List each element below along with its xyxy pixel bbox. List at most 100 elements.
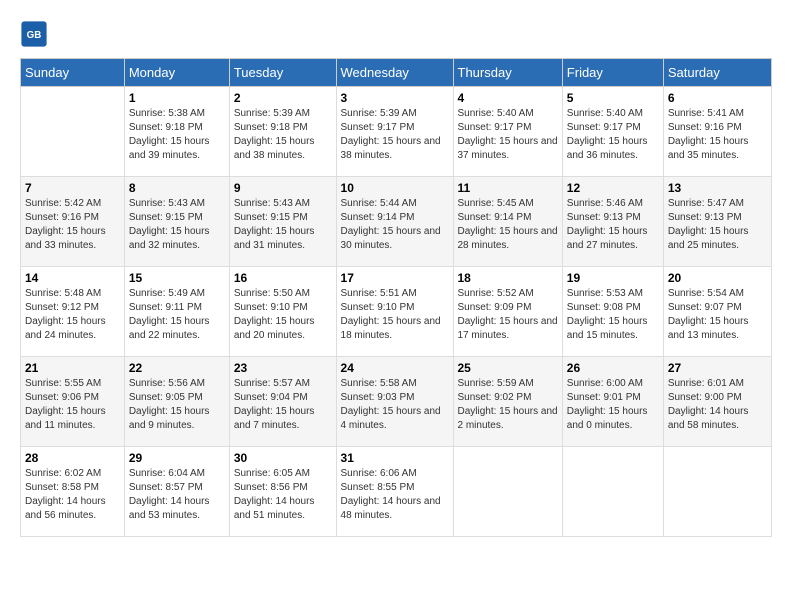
calendar-cell: 17Sunrise: 5:51 AM Sunset: 9:10 PM Dayli… (336, 267, 453, 357)
day-info: Sunrise: 5:56 AM Sunset: 9:05 PM Dayligh… (129, 377, 225, 433)
day-number: 11 (458, 181, 558, 195)
calendar-cell (453, 447, 562, 537)
day-info: Sunrise: 5:59 AM Sunset: 9:02 PM Dayligh… (458, 377, 558, 433)
day-number: 12 (567, 181, 659, 195)
page-header: GB (20, 20, 772, 48)
day-info: Sunrise: 5:54 AM Sunset: 9:07 PM Dayligh… (668, 287, 767, 343)
day-info: Sunrise: 5:58 AM Sunset: 9:03 PM Dayligh… (341, 377, 449, 433)
day-number: 23 (234, 361, 332, 375)
calendar-cell: 21Sunrise: 5:55 AM Sunset: 9:06 PM Dayli… (21, 357, 125, 447)
day-info: Sunrise: 5:41 AM Sunset: 9:16 PM Dayligh… (668, 107, 767, 163)
calendar-cell: 25 Sunrise: 5:59 AM Sunset: 9:02 PM Dayli… (453, 357, 562, 447)
day-info: Sunrise: 6:04 AM Sunset: 8:57 PM Dayligh… (129, 467, 225, 523)
week-row-4: 21Sunrise: 5:55 AM Sunset: 9:06 PM Dayli… (21, 357, 772, 447)
day-info: Sunrise: 5:39 AM Sunset: 9:17 PM Dayligh… (341, 107, 449, 163)
calendar-cell: 13 Sunrise: 5:47 AM Sunset: 9:13 PM Dayli… (663, 177, 771, 267)
day-info: Sunrise: 5:44 AM Sunset: 9:14 PM Dayligh… (341, 197, 449, 253)
day-number: 5 (567, 91, 659, 105)
week-row-2: 7 Sunrise: 5:42 AM Sunset: 9:16 PM Daylig… (21, 177, 772, 267)
calendar-cell: 2 Sunrise: 5:39 AM Sunset: 9:18 PM Daylig… (229, 87, 336, 177)
svg-text:GB: GB (27, 30, 42, 41)
day-info: Sunrise: 5:51 AM Sunset: 9:10 PM Dayligh… (341, 287, 449, 343)
week-row-3: 14Sunrise: 5:48 AM Sunset: 9:12 PM Dayli… (21, 267, 772, 357)
day-number: 8 (129, 181, 225, 195)
day-number: 29 (129, 451, 225, 465)
calendar-cell: 9Sunrise: 5:43 AM Sunset: 9:15 PM Daylig… (229, 177, 336, 267)
day-number: 24 (341, 361, 449, 375)
day-info: Sunrise: 6:01 AM Sunset: 9:00 PM Dayligh… (668, 377, 767, 433)
day-number: 3 (341, 91, 449, 105)
calendar-cell: 24 Sunrise: 5:58 AM Sunset: 9:03 PM Dayli… (336, 357, 453, 447)
day-info: Sunrise: 6:00 AM Sunset: 9:01 PM Dayligh… (567, 377, 659, 433)
calendar-cell: 29 Sunrise: 6:04 AM Sunset: 8:57 PM Dayli… (124, 447, 229, 537)
calendar-cell: 30 Sunrise: 6:05 AM Sunset: 8:56 PM Dayli… (229, 447, 336, 537)
day-info: Sunrise: 6:05 AM Sunset: 8:56 PM Dayligh… (234, 467, 332, 523)
calendar-cell (562, 447, 663, 537)
day-number: 2 (234, 91, 332, 105)
day-number: 9 (234, 181, 332, 195)
logo: GB (20, 20, 50, 48)
day-info: Sunrise: 5:46 AM Sunset: 9:13 PM Dayligh… (567, 197, 659, 253)
calendar-cell: 4Sunrise: 5:40 AM Sunset: 9:17 PM Daylig… (453, 87, 562, 177)
day-info: Sunrise: 5:45 AM Sunset: 9:14 PM Dayligh… (458, 197, 558, 253)
calendar-cell: 10 Sunrise: 5:44 AM Sunset: 9:14 PM Dayli… (336, 177, 453, 267)
day-info: Sunrise: 5:43 AM Sunset: 9:15 PM Dayligh… (129, 197, 225, 253)
day-number: 21 (25, 361, 120, 375)
day-number: 18 (458, 271, 558, 285)
day-number: 15 (129, 271, 225, 285)
day-number: 26 (567, 361, 659, 375)
calendar-header-row: SundayMondayTuesdayWednesdayThursdayFrid… (21, 59, 772, 87)
column-header-friday: Friday (562, 59, 663, 87)
column-header-saturday: Saturday (663, 59, 771, 87)
week-row-5: 28 Sunrise: 6:02 AM Sunset: 8:58 PM Dayli… (21, 447, 772, 537)
day-number: 13 (668, 181, 767, 195)
calendar-cell (663, 447, 771, 537)
day-info: Sunrise: 5:42 AM Sunset: 9:16 PM Dayligh… (25, 197, 120, 253)
calendar-table: SundayMondayTuesdayWednesdayThursdayFrid… (20, 58, 772, 537)
calendar-cell: 8 Sunrise: 5:43 AM Sunset: 9:15 PM Daylig… (124, 177, 229, 267)
column-header-sunday: Sunday (21, 59, 125, 87)
day-number: 20 (668, 271, 767, 285)
day-info: Sunrise: 5:57 AM Sunset: 9:04 PM Dayligh… (234, 377, 332, 433)
day-info: Sunrise: 5:38 AM Sunset: 9:18 PM Dayligh… (129, 107, 225, 163)
calendar-cell: 19Sunrise: 5:53 AM Sunset: 9:08 PM Dayli… (562, 267, 663, 357)
day-number: 14 (25, 271, 120, 285)
column-header-tuesday: Tuesday (229, 59, 336, 87)
day-info: Sunrise: 6:02 AM Sunset: 8:58 PM Dayligh… (25, 467, 120, 523)
calendar-cell: 3 Sunrise: 5:39 AM Sunset: 9:17 PM Daylig… (336, 87, 453, 177)
day-info: Sunrise: 5:39 AM Sunset: 9:18 PM Dayligh… (234, 107, 332, 163)
calendar-cell: 11 Sunrise: 5:45 AM Sunset: 9:14 PM Dayli… (453, 177, 562, 267)
column-header-monday: Monday (124, 59, 229, 87)
day-number: 10 (341, 181, 449, 195)
calendar-cell: 12 Sunrise: 5:46 AM Sunset: 9:13 PM Dayli… (562, 177, 663, 267)
calendar-cell: 20 Sunrise: 5:54 AM Sunset: 9:07 PM Dayli… (663, 267, 771, 357)
calendar-cell: 22 Sunrise: 5:56 AM Sunset: 9:05 PM Dayli… (124, 357, 229, 447)
calendar-cell: 5 Sunrise: 5:40 AM Sunset: 9:17 PM Daylig… (562, 87, 663, 177)
day-info: Sunrise: 5:52 AM Sunset: 9:09 PM Dayligh… (458, 287, 558, 343)
day-number: 30 (234, 451, 332, 465)
calendar-cell: 27 Sunrise: 6:01 AM Sunset: 9:00 PM Dayli… (663, 357, 771, 447)
day-info: Sunrise: 5:49 AM Sunset: 9:11 PM Dayligh… (129, 287, 225, 343)
day-info: Sunrise: 5:40 AM Sunset: 9:17 PM Dayligh… (567, 107, 659, 163)
day-number: 7 (25, 181, 120, 195)
day-info: Sunrise: 5:47 AM Sunset: 9:13 PM Dayligh… (668, 197, 767, 253)
day-number: 28 (25, 451, 120, 465)
calendar-cell: 14Sunrise: 5:48 AM Sunset: 9:12 PM Dayli… (21, 267, 125, 357)
calendar-cell: 26 Sunrise: 6:00 AM Sunset: 9:01 PM Dayli… (562, 357, 663, 447)
day-number: 25 (458, 361, 558, 375)
column-header-wednesday: Wednesday (336, 59, 453, 87)
column-header-thursday: Thursday (453, 59, 562, 87)
day-number: 31 (341, 451, 449, 465)
day-number: 6 (668, 91, 767, 105)
calendar-cell: 7 Sunrise: 5:42 AM Sunset: 9:16 PM Daylig… (21, 177, 125, 267)
day-info: Sunrise: 6:06 AM Sunset: 8:55 PM Dayligh… (341, 467, 449, 523)
calendar-cell: 1Sunrise: 5:38 AM Sunset: 9:18 PM Daylig… (124, 87, 229, 177)
day-number: 16 (234, 271, 332, 285)
day-number: 22 (129, 361, 225, 375)
day-number: 27 (668, 361, 767, 375)
calendar-cell: 28 Sunrise: 6:02 AM Sunset: 8:58 PM Dayli… (21, 447, 125, 537)
calendar-cell: 23 Sunrise: 5:57 AM Sunset: 9:04 PM Dayli… (229, 357, 336, 447)
week-row-1: 1Sunrise: 5:38 AM Sunset: 9:18 PM Daylig… (21, 87, 772, 177)
calendar-cell (21, 87, 125, 177)
logo-icon: GB (20, 20, 48, 48)
